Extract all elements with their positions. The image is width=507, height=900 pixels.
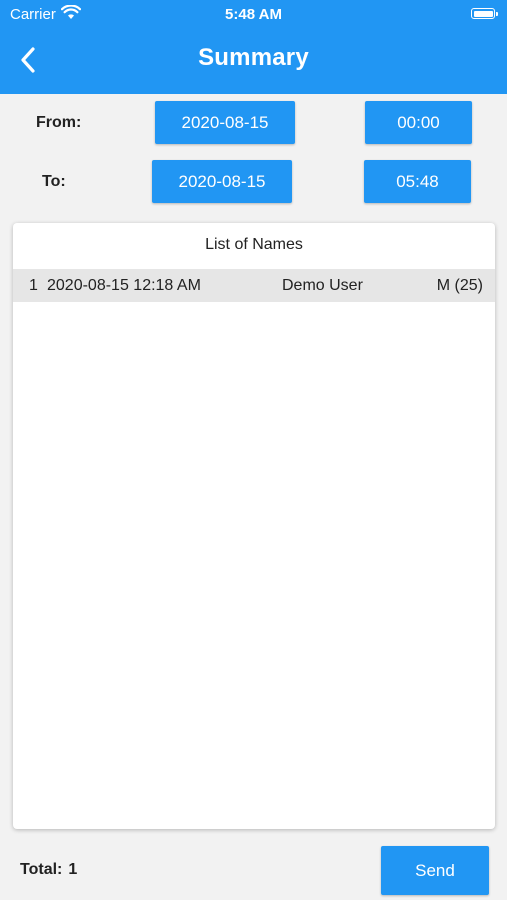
page-title: Summary xyxy=(198,44,309,71)
to-date-button[interactable]: 2020-08-15 xyxy=(152,160,292,203)
from-label: From: xyxy=(36,114,82,131)
row-name: Demo User xyxy=(282,277,363,294)
app-bar: Carrier 5:48 AM Summary xyxy=(0,0,507,94)
total-value: 1 xyxy=(68,861,78,878)
send-button[interactable]: Send xyxy=(381,846,489,895)
battery-icon xyxy=(471,8,498,19)
status-bar: Carrier 5:48 AM xyxy=(0,0,507,28)
total-label: Total: xyxy=(20,861,63,878)
row-info: M (25) xyxy=(436,277,483,294)
to-label: To: xyxy=(42,173,66,190)
row-index: 1 xyxy=(29,277,38,294)
total-summary: Total: 1 xyxy=(20,861,77,879)
names-list-card: List of Names 1 2020-08-15 12:18 AM Demo… xyxy=(13,223,495,829)
row-datetime: 2020-08-15 12:18 AM xyxy=(47,277,201,294)
from-date-button[interactable]: 2020-08-15 xyxy=(155,101,295,144)
from-time-button[interactable]: 00:00 xyxy=(365,101,472,144)
list-item[interactable]: 1 2020-08-15 12:18 AM Demo User M (25) xyxy=(13,269,495,302)
status-time: 5:48 AM xyxy=(225,6,282,23)
to-time-button[interactable]: 05:48 xyxy=(364,160,471,203)
list-title: List of Names xyxy=(205,236,303,253)
